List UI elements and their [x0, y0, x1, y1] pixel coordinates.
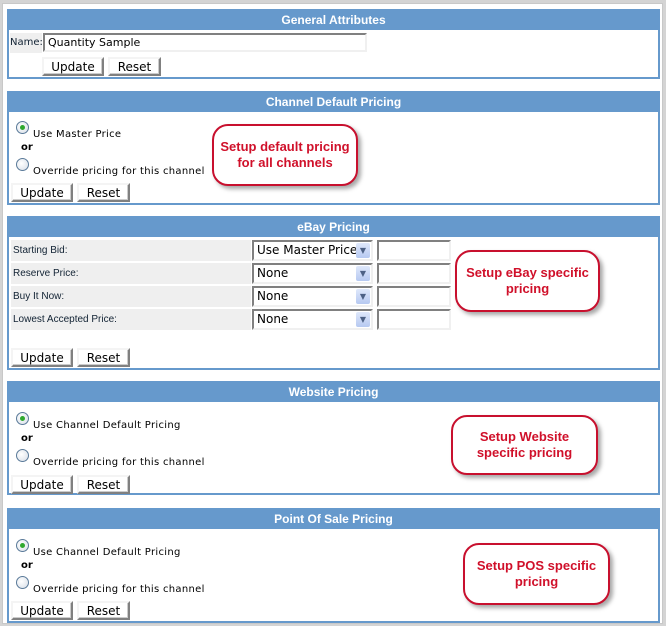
section-header: Point Of Sale Pricing [9, 510, 658, 529]
name-label: Name: [10, 33, 43, 53]
reset-button[interactable]: Reset [108, 57, 161, 76]
update-button[interactable]: Update [11, 475, 73, 494]
chevron-down-icon[interactable]: ▼ [356, 312, 370, 327]
radio-label: Override pricing for this channel [33, 166, 205, 177]
channel-default-pricing-section: Channel Default Pricing Use Master Price… [7, 91, 660, 205]
use-channel-default-radio[interactable] [16, 412, 29, 425]
radio-label: Use Channel Default Pricing [33, 420, 181, 431]
reset-button[interactable]: Reset [77, 348, 130, 367]
use-channel-default-radio[interactable] [16, 539, 29, 552]
update-button[interactable]: Update [11, 601, 73, 620]
reset-button[interactable]: Reset [77, 183, 130, 202]
field-label: Starting Bid: [11, 240, 251, 261]
starting-bid-input[interactable] [377, 240, 451, 261]
field-label: Buy It Now: [11, 286, 251, 307]
callout-note: Setup default pricing for all channels [212, 124, 358, 186]
callout-note: Setup eBay specific pricing [455, 250, 600, 312]
section-header: Channel Default Pricing [9, 93, 658, 112]
select-value: None [257, 312, 289, 326]
callout-note: Setup POS specific pricing [463, 543, 610, 605]
name-input[interactable]: Quantity Sample [43, 33, 367, 52]
reserve-price-select[interactable]: None ▼ [252, 263, 373, 284]
use-master-price-radio[interactable] [16, 121, 29, 134]
select-value: Use Master Price [257, 243, 358, 257]
update-button[interactable]: Update [42, 57, 104, 76]
lowest-accepted-price-input[interactable] [377, 309, 451, 330]
website-pricing-section: Website Pricing Use Channel Default Pric… [7, 381, 660, 495]
field-label: Reserve Price: [11, 263, 251, 284]
section-header: Website Pricing [9, 383, 658, 402]
lowest-accepted-price-select[interactable]: None ▼ [252, 309, 373, 330]
buy-it-now-input[interactable] [377, 286, 451, 307]
chevron-down-icon[interactable]: ▼ [356, 243, 370, 258]
field-label: Lowest Accepted Price: [11, 309, 251, 330]
general-attributes-section: General Attributes Name: Quantity Sample… [7, 9, 660, 79]
override-pricing-radio[interactable] [16, 449, 29, 462]
or-text: or [21, 433, 33, 444]
or-text: or [21, 560, 33, 571]
chevron-down-icon[interactable]: ▼ [356, 289, 370, 304]
ebay-pricing-section: eBay Pricing Starting Bid: Use Master Pr… [7, 216, 660, 370]
callout-note: Setup Website specific pricing [451, 415, 598, 475]
override-pricing-radio[interactable] [16, 158, 29, 171]
reset-button[interactable]: Reset [77, 475, 130, 494]
select-value: None [257, 289, 289, 303]
radio-label: Override pricing for this channel [33, 457, 205, 468]
or-text: or [21, 142, 33, 153]
starting-bid-select[interactable]: Use Master Price ▼ [252, 240, 373, 261]
point-of-sale-pricing-section: Point Of Sale Pricing Use Channel Defaul… [7, 508, 660, 623]
update-button[interactable]: Update [11, 183, 73, 202]
reserve-price-input[interactable] [377, 263, 451, 284]
chevron-down-icon[interactable]: ▼ [356, 266, 370, 281]
section-header: General Attributes [9, 11, 658, 30]
reset-button[interactable]: Reset [77, 601, 130, 620]
override-pricing-radio[interactable] [16, 576, 29, 589]
buy-it-now-select[interactable]: None ▼ [252, 286, 373, 307]
section-header: eBay Pricing [9, 218, 658, 237]
radio-label: Use Master Price [33, 129, 122, 140]
select-value: None [257, 266, 289, 280]
update-button[interactable]: Update [11, 348, 73, 367]
radio-label: Use Channel Default Pricing [33, 547, 181, 558]
radio-label: Override pricing for this channel [33, 584, 205, 595]
